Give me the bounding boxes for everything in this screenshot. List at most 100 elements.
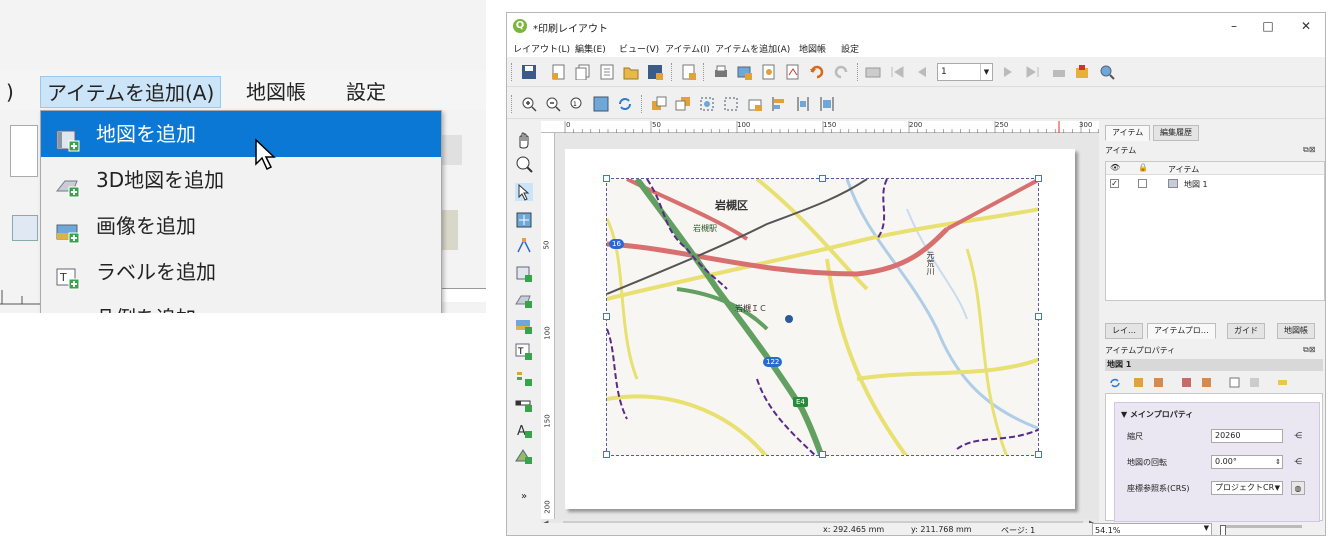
lock-checkbox[interactable]: [1138, 179, 1147, 188]
resize-handle[interactable]: [819, 451, 826, 458]
previous-feature-icon[interactable]: [913, 64, 929, 80]
tool-add-label-icon[interactable]: T: [515, 343, 533, 361]
menu-edit[interactable]: 編集(E): [575, 42, 606, 55]
menu-item-add-image[interactable]: 画像を追加: [41, 203, 441, 249]
zoom-100-icon[interactable]: 1: [569, 96, 585, 112]
layout-canvas[interactable]: 0 50 100 150 200 250 300 50 100 150 200: [541, 121, 1099, 519]
first-feature-icon[interactable]: [889, 64, 905, 80]
rotation-input[interactable]: 0.00° ⇕: [1211, 455, 1283, 469]
last-feature-icon[interactable]: [1025, 64, 1041, 80]
minimize-button[interactable]: –: [1219, 16, 1249, 36]
tab-undo-history[interactable]: 編集履歴: [1153, 125, 1199, 141]
resize-handle[interactable]: [603, 175, 610, 182]
next-feature-icon[interactable]: [1001, 64, 1017, 80]
tool-add-image-icon[interactable]: [515, 317, 533, 335]
data-defined-override-icon[interactable]: ⋲: [1291, 429, 1305, 443]
export-pdf-icon[interactable]: [785, 64, 801, 80]
tool-add-shape-icon[interactable]: [515, 447, 533, 465]
crop-menu-atlas[interactable]: 地図帳: [240, 76, 312, 108]
resize-handle[interactable]: [1035, 451, 1042, 458]
tab-item-properties[interactable]: アイテムプロ…: [1147, 323, 1216, 339]
zoom-in-icon[interactable]: [521, 96, 537, 112]
refresh-icon[interactable]: [617, 96, 633, 112]
tab-layout[interactable]: レイ…: [1105, 323, 1143, 339]
panel-float-close-icon[interactable]: ⧉⊠: [1303, 145, 1315, 155]
bookmark-icon[interactable]: [1201, 377, 1212, 388]
set-extent-icon[interactable]: [1133, 377, 1144, 388]
resize-handle[interactable]: [603, 313, 610, 320]
resize-handle[interactable]: [603, 451, 610, 458]
tab-items[interactable]: アイテム: [1105, 125, 1151, 141]
edit-nodes-icon[interactable]: [515, 237, 533, 255]
move-content-icon[interactable]: [515, 211, 533, 229]
layout-page[interactable]: 岩槻区 岩槻駅 岩槻ＩＣ 元荒川 16 122 E4: [565, 149, 1075, 509]
layout-manager-icon[interactable]: [599, 64, 615, 80]
menu-item-add-3d-map[interactable]: 3D地図を追加: [41, 157, 441, 203]
ungroup-items-icon[interactable]: [723, 96, 739, 112]
print-icon[interactable]: [713, 64, 729, 80]
temporal-icon[interactable]: [1277, 377, 1288, 388]
tool-add-map-icon[interactable]: [515, 265, 533, 283]
print-atlas-icon[interactable]: [1051, 64, 1067, 80]
spinner-icon[interactable]: ⇕: [1275, 456, 1281, 468]
tool-add-scalebar-icon[interactable]: [515, 395, 533, 413]
zoom-slider-thumb[interactable]: [1220, 525, 1226, 535]
undo-icon[interactable]: [809, 64, 825, 80]
main-properties-title[interactable]: ▼ メインプロパティ: [1121, 409, 1193, 420]
atlas-page-select[interactable]: 1 ▼: [937, 63, 993, 81]
scale-input[interactable]: 20260: [1211, 429, 1283, 443]
export-atlas-icon[interactable]: [1075, 64, 1091, 80]
zoom-full-icon[interactable]: [593, 96, 609, 112]
menu-settings[interactable]: 設定: [841, 42, 859, 55]
distribute-icon[interactable]: [795, 96, 811, 112]
zoom-out-icon[interactable]: [545, 96, 561, 112]
list-item[interactable]: ✓ 地図 1: [1106, 177, 1324, 190]
resize-handle[interactable]: [819, 175, 826, 182]
open-template-icon[interactable]: [623, 64, 639, 80]
save-icon[interactable]: [521, 64, 537, 80]
visibility-checkbox[interactable]: ✓: [1110, 179, 1119, 188]
menu-layout[interactable]: レイアウト(L): [513, 42, 570, 55]
atlas-preview-icon[interactable]: [865, 64, 881, 80]
zoom-slider-track[interactable]: [1222, 525, 1302, 528]
panel-float-close-icon[interactable]: ⧉⊠: [1303, 345, 1315, 355]
crs-select[interactable]: プロジェクトCR ▼: [1211, 481, 1283, 495]
new-layout-icon[interactable]: [551, 64, 567, 80]
atlas-settings-icon[interactable]: [1099, 64, 1115, 80]
menu-add-item[interactable]: アイテムを追加(A): [715, 42, 790, 55]
align-left-icon[interactable]: [771, 96, 787, 112]
menu-item-add-map[interactable]: 地図を追加: [41, 111, 441, 157]
move-to-canvas-icon[interactable]: [1181, 377, 1192, 388]
labels-icon[interactable]: [1229, 377, 1240, 388]
crs-selector-icon[interactable]: ◍: [1291, 481, 1305, 495]
tool-add-legend-icon[interactable]: [515, 369, 533, 387]
maximize-button[interactable]: □: [1253, 16, 1283, 36]
crop-menu-settings[interactable]: 設定: [340, 76, 392, 108]
tab-guides[interactable]: ガイド: [1227, 323, 1265, 339]
zoom-select[interactable]: 54.1% ▼: [1092, 523, 1212, 535]
menu-item[interactable]: アイテム(I): [665, 42, 710, 55]
lock-items-icon[interactable]: [747, 96, 763, 112]
clipping-icon[interactable]: [1249, 377, 1260, 388]
refresh-map-icon[interactable]: [1109, 377, 1120, 388]
tool-add-north-arrow-icon[interactable]: A: [515, 421, 533, 439]
view-extent-icon[interactable]: [1153, 377, 1164, 388]
menu-item-add-legend[interactable]: 凡例を追加: [41, 295, 441, 313]
raise-item-icon[interactable]: [651, 96, 667, 112]
add-pages-icon[interactable]: [681, 64, 697, 80]
export-image-icon[interactable]: [737, 64, 753, 80]
resize-handle[interactable]: [1035, 313, 1042, 320]
export-svg-icon[interactable]: [761, 64, 777, 80]
more-tools-chevron-icon[interactable]: »: [515, 491, 533, 509]
lower-item-icon[interactable]: [675, 96, 691, 112]
data-defined-override-icon[interactable]: ⋲: [1291, 455, 1305, 469]
menu-item-add-label[interactable]: T ラベルを追加: [41, 249, 441, 295]
tool-add-3d-map-icon[interactable]: [515, 291, 533, 309]
resize-handle[interactable]: [1035, 175, 1042, 182]
resize-icon[interactable]: [819, 96, 835, 112]
redo-icon[interactable]: [833, 64, 849, 80]
tab-atlas[interactable]: 地図帳: [1277, 323, 1315, 339]
menu-atlas[interactable]: 地図帳: [799, 42, 826, 55]
save-template-icon[interactable]: [647, 64, 663, 80]
group-items-icon[interactable]: [699, 96, 715, 112]
